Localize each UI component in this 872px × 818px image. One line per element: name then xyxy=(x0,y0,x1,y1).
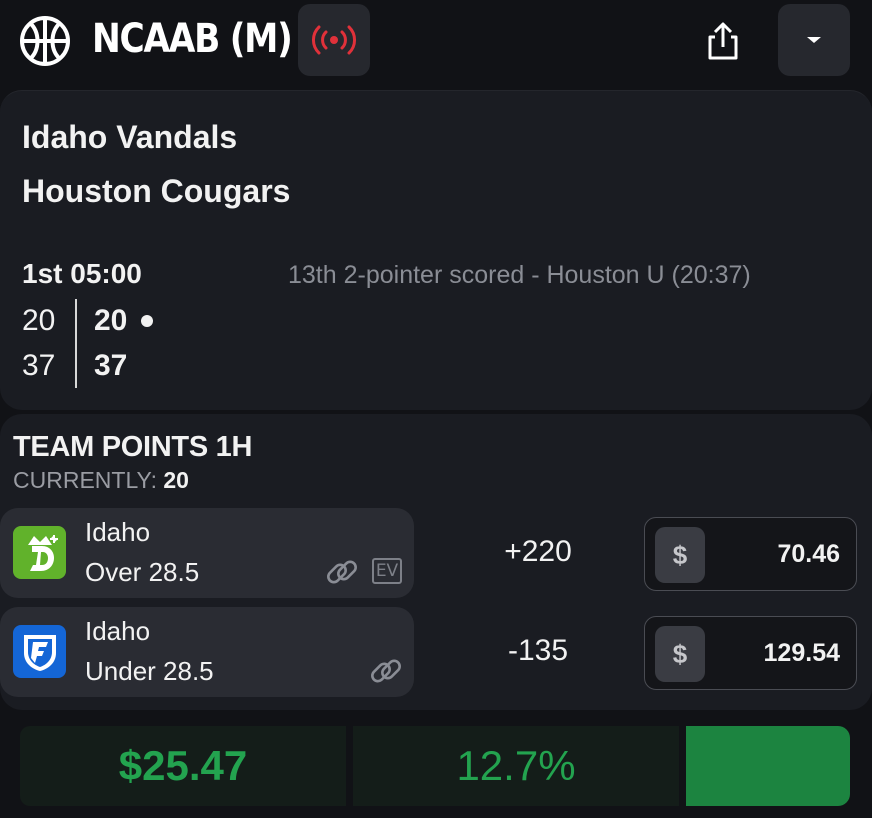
menu-dropdown-button[interactable] xyxy=(778,4,850,76)
caret-down-icon xyxy=(807,37,821,43)
link-icon[interactable] xyxy=(324,554,360,590)
app-header: NCAAB (M) xyxy=(0,0,872,84)
live-button[interactable] xyxy=(298,4,370,76)
score-cell: 37 xyxy=(94,349,128,382)
stake-input[interactable]: $ 70.46 xyxy=(644,517,857,591)
dollar-icon[interactable]: $ xyxy=(655,626,705,682)
score-cell: 37 xyxy=(22,349,56,382)
bet-row: Idaho Over 28.5 EV +220 $ 70.46 xyxy=(0,508,872,598)
bet-team: Idaho xyxy=(85,517,151,547)
current-label: CURRENTLY: xyxy=(13,467,157,493)
market-title: TEAM POINTS 1H xyxy=(13,431,253,463)
bet-line: Over 28.5 xyxy=(85,557,200,587)
bet-selection[interactable]: Idaho Under 28.5 xyxy=(0,607,414,697)
possession-indicator xyxy=(141,315,153,327)
share-icon xyxy=(708,22,738,60)
odds-value: -135 xyxy=(507,634,569,667)
team-name-home: Houston Cougars xyxy=(22,173,291,209)
link-icon[interactable] xyxy=(368,653,404,689)
basketball-icon xyxy=(20,16,70,66)
dollar-icon[interactable]: $ xyxy=(655,527,705,583)
ev-badge: EV xyxy=(372,558,402,584)
game-card[interactable]: Idaho Vandals Houston Cougars 1st 05:00 … xyxy=(0,90,872,410)
page-title: NCAAB (M) xyxy=(92,16,293,62)
odds-value: +220 xyxy=(504,535,572,568)
bet-line: Under 28.5 xyxy=(85,656,214,686)
share-button[interactable] xyxy=(694,12,752,70)
summary-bar: $25.47 12.7% xyxy=(20,726,850,806)
score-cell: 20 xyxy=(94,304,128,337)
stake-value: 70.46 xyxy=(777,540,840,568)
team-name-away: Idaho Vandals xyxy=(22,119,238,155)
profit-value: $25.47 xyxy=(20,726,346,806)
current-value-label: CURRENTLY: 20 xyxy=(13,466,189,494)
draftkings-logo-icon xyxy=(13,526,66,579)
bet-team: Idaho xyxy=(85,616,151,646)
score-cell: 20 xyxy=(22,304,56,337)
market-section: TEAM POINTS 1H CURRENTLY: 20 Idaho Over … xyxy=(0,414,872,710)
last-play-text: 13th 2-pointer scored - Houston U (20:37… xyxy=(288,261,751,289)
place-bet-button[interactable] xyxy=(686,726,850,806)
bet-selection[interactable]: Idaho Over 28.5 EV xyxy=(0,508,414,598)
current-value: 20 xyxy=(163,467,189,493)
bet-row: Idaho Under 28.5 -135 $ 129.54 xyxy=(0,607,872,697)
stake-value: 129.54 xyxy=(763,639,840,667)
roi-value: 12.7% xyxy=(353,726,679,806)
fanduel-logo-icon xyxy=(13,625,66,678)
game-clock: 1st 05:00 xyxy=(22,258,142,289)
stake-input[interactable]: $ 129.54 xyxy=(644,616,857,690)
broadcast-icon xyxy=(312,25,356,55)
score-divider xyxy=(75,299,77,388)
